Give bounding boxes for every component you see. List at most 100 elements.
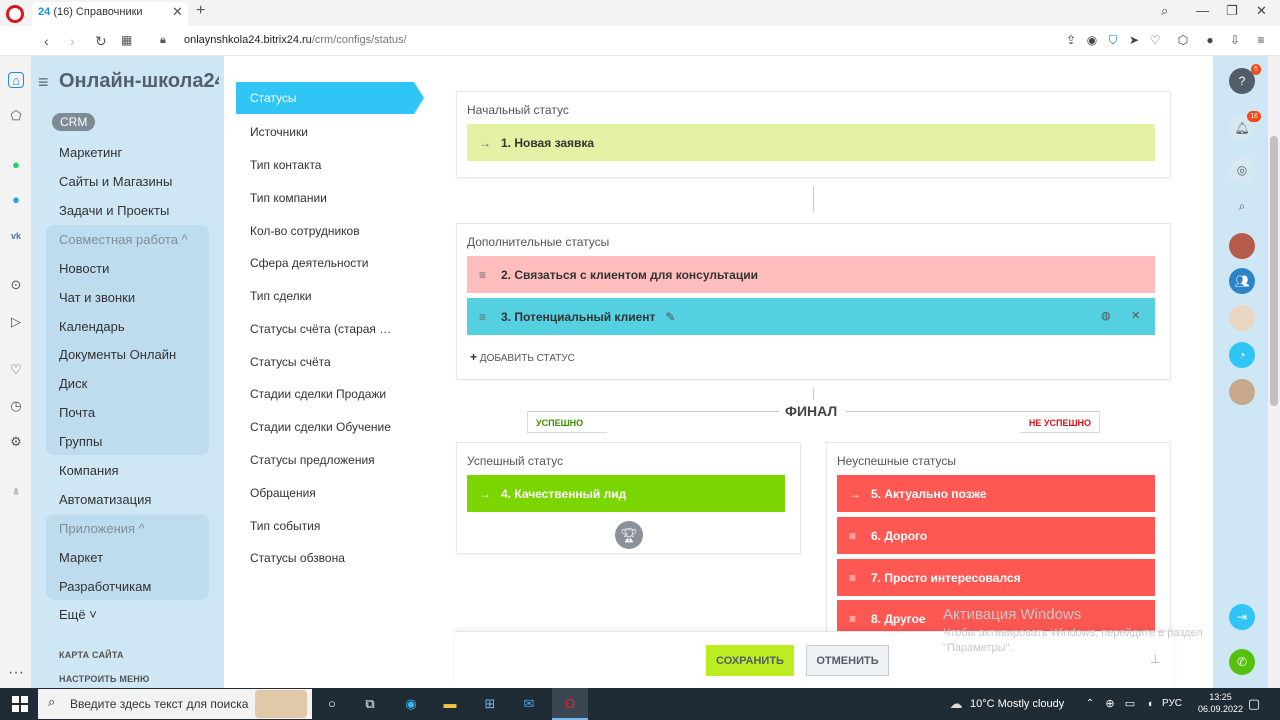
cortana-icon[interactable]: ○ — [322, 694, 342, 714]
opera-taskbar-icon[interactable]: O — [552, 688, 588, 720]
settings-icon[interactable]: ⚙ — [8, 434, 24, 450]
windows-start-icon[interactable] — [12, 696, 28, 712]
edit-icon[interactable]: ✎ — [665, 310, 675, 324]
menu-icon[interactable]: ≡ — [1254, 33, 1268, 47]
menu-item-automation[interactable]: Автоматизация — [59, 492, 151, 507]
group-apps-title[interactable]: Приложения ^ — [59, 521, 145, 536]
drag-handle-icon[interactable]: ≡ — [849, 571, 871, 585]
add-status-button[interactable]: + ДОБАВИТЬ СТАТУС — [470, 350, 575, 364]
menu-item-calendar[interactable]: Календарь — [59, 319, 125, 334]
url-field[interactable]: onlaynshkola24.bitrix24.ru/crm/configs/s… — [184, 34, 407, 46]
menu-item-more[interactable]: Ещё ˅ — [59, 607, 97, 622]
menu-item-disk[interactable]: Диск — [59, 376, 87, 391]
status-row-additional[interactable]: ≡ 2. Связаться с клиентом для консультаци… — [467, 256, 1155, 293]
browser-tab[interactable]: 24 (16) Справочники — [32, 2, 188, 26]
task-view-icon[interactable]: ⧉ — [360, 694, 380, 714]
profile-icon[interactable]: ● — [1203, 33, 1217, 47]
sub-menu-item[interactable]: Источники — [250, 125, 410, 139]
sub-menu-item[interactable]: Тип сделки — [250, 289, 410, 303]
site-map-link[interactable]: КАРТА САЙТА — [59, 650, 124, 660]
status-row-fail[interactable]: → 5. Актуально позже — [837, 475, 1155, 512]
reload-icon[interactable]: ↻ — [95, 33, 107, 50]
phone-icon[interactable]: ✆ — [1229, 649, 1255, 675]
status-row-fail[interactable]: ≡ 7. Просто интересовался — [837, 559, 1155, 596]
grid-icon[interactable]: ▦ — [121, 33, 132, 47]
notification-center-icon[interactable]: ▢ — [1244, 694, 1264, 714]
status-row-initial[interactable]: → 1. Новая заявка — [467, 124, 1155, 161]
drag-handle-icon[interactable]: ≡ — [849, 529, 871, 543]
bookmarks-icon[interactable]: ♡ — [8, 362, 24, 378]
tips-icon[interactable]: ♁ — [8, 483, 24, 499]
menu-item-sites[interactable]: Сайты и Магазины — [59, 174, 172, 189]
drag-handle-icon[interactable]: ≡ — [479, 268, 501, 282]
new-tab-icon[interactable]: + — [196, 2, 205, 20]
edge-icon[interactable]: ◉ — [401, 694, 421, 714]
store-icon[interactable]: ⊞ — [480, 694, 500, 714]
language-indicator[interactable]: РУС — [1162, 698, 1182, 709]
opera-logo-icon[interactable] — [6, 5, 24, 23]
menu-item-marketing[interactable]: Маркетинг — [59, 145, 122, 160]
speed-dial-icon[interactable]: ⬠ — [8, 108, 24, 124]
avatar[interactable] — [1229, 233, 1255, 259]
history-icon[interactable]: ◷ — [8, 398, 24, 414]
status-row-success[interactable]: → 4. Качественный лид — [467, 475, 785, 512]
group-collaboration-title[interactable]: Совместная работа ^ — [59, 232, 188, 247]
download-icon[interactable]: ⇩ — [1228, 33, 1242, 47]
whatsapp-icon[interactable]: ● — [8, 157, 24, 173]
extensions-icon[interactable]: ⬡ — [1176, 33, 1190, 47]
back-icon[interactable]: ‹ — [44, 33, 49, 49]
menu-item-chat[interactable]: Чат и звонки — [59, 290, 135, 305]
sub-menu-item[interactable]: Стадии сделки Продажи — [250, 387, 410, 401]
clock[interactable]: 13:25 06.09.2022 — [1198, 691, 1243, 715]
avatar[interactable] — [1229, 305, 1255, 331]
vk-icon[interactable]: vk — [8, 228, 24, 244]
delete-icon[interactable]: ✕ — [1131, 309, 1140, 322]
sub-menu-item[interactable]: Сфера деятельности — [250, 256, 410, 270]
search-tabs-icon[interactable]: ⌕ — [1161, 3, 1168, 19]
weather-icon[interactable]: ☁ — [946, 694, 966, 714]
file-explorer-icon[interactable]: ▬ — [440, 694, 460, 714]
exit-icon[interactable]: ⇥ — [1229, 604, 1255, 630]
flow-icon[interactable]: ▷ — [8, 314, 24, 330]
sub-menu-item[interactable]: Обращения — [250, 486, 410, 500]
search-highlight-image[interactable] — [255, 690, 307, 718]
menu-item-documents[interactable]: Документы Онлайн — [59, 347, 176, 362]
status-row-fail[interactable]: ≡ 6. Дорого — [837, 517, 1155, 554]
mail-icon[interactable]: ✉ — [519, 694, 539, 714]
camera-icon[interactable]: ◉ — [1085, 33, 1099, 47]
drag-handle-icon[interactable]: ≡ — [479, 310, 501, 324]
sub-menu-item[interactable]: Стадии сделки Обучение — [250, 420, 410, 434]
scrollbar-thumb[interactable] — [1270, 136, 1278, 406]
drag-handle-icon[interactable]: ≡ — [849, 612, 871, 626]
menu-item-market[interactable]: Маркет — [59, 550, 103, 565]
portal-title[interactable]: Онлайн-школа24 — [59, 70, 219, 93]
group-chat-icon[interactable]: 👥︎ — [1229, 268, 1255, 294]
save-button[interactable]: СОХРАНИТЬ — [706, 645, 794, 676]
sub-menu-item[interactable]: Кол-во сотрудников — [250, 224, 410, 238]
help-icon[interactable]: ? 5 — [1229, 64, 1261, 94]
menu-item-news[interactable]: Новости — [59, 261, 109, 276]
share-icon[interactable]: ⇪ — [1064, 33, 1078, 47]
restore-icon[interactable]: ❐ — [1226, 3, 1238, 19]
network-icon[interactable]: ⊕ — [1100, 694, 1120, 714]
weather-text[interactable]: 10°C Mostly cloudy — [970, 698, 1064, 710]
vpn-shield-icon[interactable]: ⛉ — [1106, 33, 1120, 47]
sub-menu-item[interactable]: Статусы счёта — [250, 355, 410, 369]
menu-item-company[interactable]: Компания — [59, 463, 119, 478]
user-clock-icon[interactable]: ◔ — [1229, 342, 1255, 368]
color-picker-icon[interactable]: ◍ — [1101, 309, 1111, 322]
notifications-icon[interactable]: 🔔︎ 16 — [1229, 111, 1261, 141]
tab-close-icon[interactable]: ✕ — [172, 4, 183, 20]
menu-item-groups[interactable]: Группы — [59, 434, 102, 449]
sub-menu-item[interactable]: Статусы обзвона — [250, 551, 410, 565]
cancel-button[interactable]: ОТМЕНИТЬ — [806, 645, 889, 676]
sub-menu-item-statuses[interactable]: Статусы — [250, 91, 297, 105]
forward-icon[interactable]: › — [70, 33, 75, 49]
tray-chevron-icon[interactable]: ⌃ — [1080, 694, 1100, 714]
home-icon[interactable]: ⌂ — [8, 72, 24, 88]
status-row-additional[interactable]: ≡ 3. Потенциальный клиент ✎ — [467, 298, 1155, 335]
avatar[interactable] — [1229, 379, 1255, 405]
crm-badge[interactable]: CRM — [52, 113, 96, 131]
hamburger-icon[interactable]: ≡ — [38, 72, 49, 93]
sub-menu-item[interactable]: Статусы счёта (старая версия) — [250, 322, 396, 336]
